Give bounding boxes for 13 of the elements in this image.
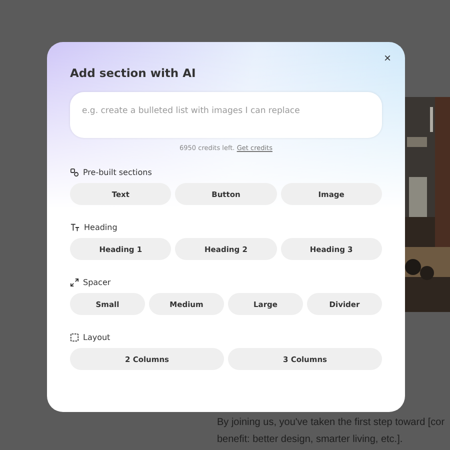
shapes-icon — [70, 168, 79, 177]
text-size-icon — [70, 223, 80, 232]
expand-icon — [70, 278, 79, 287]
close-button[interactable]: × — [380, 49, 395, 67]
layout-icon — [70, 333, 79, 342]
section-label: Heading — [84, 223, 118, 232]
dialog-title: Add section with AI — [70, 66, 197, 80]
section-label: Layout — [83, 333, 110, 342]
section-label: Pre-built sections — [83, 168, 152, 177]
section-label: Spacer — [83, 278, 111, 287]
paragraph-line: By joining us, you've taken the first step toward [cor — [217, 416, 446, 430]
paragraph-line: benefit: better design, smarter living, etc.]. — [217, 433, 404, 447]
prompt-field[interactable]: e.g. create a bulleted list with images I can replace — [70, 92, 382, 138]
